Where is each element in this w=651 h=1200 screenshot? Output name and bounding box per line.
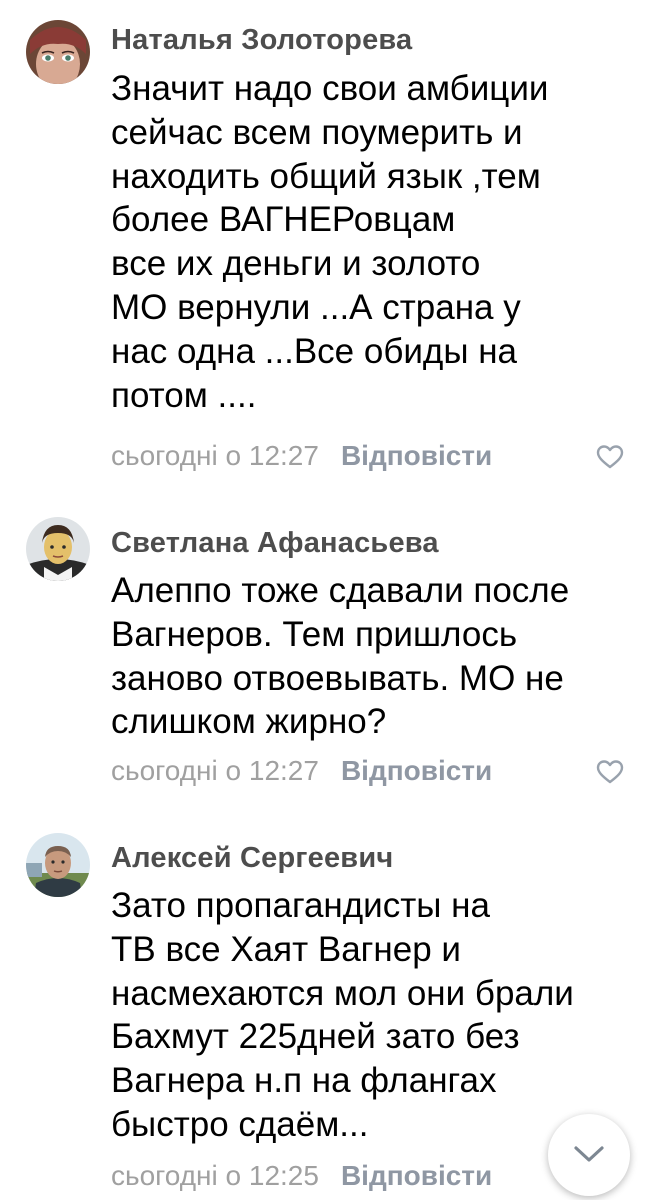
avatar[interactable] bbox=[26, 20, 90, 84]
comment-meta: сьогодні о 12:27 Відповісти bbox=[111, 755, 492, 787]
comment-author[interactable]: Наталья Золоторева bbox=[111, 24, 412, 57]
avatar[interactable] bbox=[26, 833, 90, 897]
reply-button[interactable]: Відповісти bbox=[341, 440, 492, 471]
comment-text-line: нас одна ...Все обиды на bbox=[111, 331, 518, 371]
comment-text: Значит надо свои амбиции сейчас всем поу… bbox=[111, 67, 621, 417]
comment-text-line: МО вернули ...А страна у bbox=[111, 287, 521, 327]
comment-text-line: потом .... bbox=[111, 375, 257, 415]
comment-text-line: Бахмут 225дней зато без bbox=[111, 1017, 520, 1057]
comment-text: Зато пропагандисты на ТВ все Хаят Вагнер… bbox=[111, 884, 621, 1147]
comment-text-line: ТВ все Хаят Вагнер и bbox=[111, 929, 461, 969]
reply-button[interactable]: Відповісти bbox=[341, 1160, 492, 1191]
comment-text-line: Зато пропагандисты на bbox=[111, 886, 490, 925]
comment-text-line: Значит надо свои амбиции bbox=[111, 69, 549, 108]
comment-text-line: Вагнера н.п на флангах bbox=[111, 1061, 497, 1101]
comment-timestamp: сьогодні о 12:27 bbox=[111, 755, 319, 786]
comment-meta: сьогодні о 12:25 Відповісти bbox=[111, 1160, 492, 1192]
comment-author[interactable]: Алексей Сергеевич bbox=[111, 842, 393, 875]
reply-button[interactable]: Відповісти bbox=[341, 755, 492, 786]
comment-text-line: насмехаются мол они брали bbox=[111, 973, 574, 1013]
comment-text-line: быстро сдаём... bbox=[111, 1104, 369, 1144]
avatar[interactable] bbox=[26, 517, 90, 581]
comment-text-line: заново отвоевывать. МО не bbox=[111, 658, 564, 698]
chevron-down-icon bbox=[574, 1146, 604, 1162]
comment-text-line: более ВАГНЕРовцам bbox=[111, 200, 456, 240]
comment-author[interactable]: Светлана Афанасьева bbox=[111, 527, 439, 560]
comment-text: Алеппо тоже сдавали после Вагнеров. Тем … bbox=[111, 569, 621, 744]
comment-text-line: Вагнеров. Тем пришлось bbox=[111, 614, 518, 654]
comment-text-line: все их деньги и золото bbox=[111, 244, 481, 284]
comment-meta: сьогодні о 12:27 Відповісти bbox=[111, 440, 492, 472]
comment-timestamp: сьогодні о 12:25 bbox=[111, 1160, 319, 1191]
comment-text-line: сейчас всем поумерить и bbox=[111, 112, 523, 152]
heart-outline-icon[interactable] bbox=[596, 444, 624, 470]
scroll-down-button[interactable] bbox=[548, 1114, 630, 1196]
heart-outline-icon[interactable] bbox=[596, 759, 624, 785]
comment-timestamp: сьогодні о 12:27 bbox=[111, 440, 319, 471]
comment-text-line: находить общий язык ,тем bbox=[111, 156, 541, 196]
comment-text-line: слишком жирно? bbox=[111, 702, 387, 742]
comment-text-line: Алеппо тоже сдавали после bbox=[111, 571, 570, 610]
